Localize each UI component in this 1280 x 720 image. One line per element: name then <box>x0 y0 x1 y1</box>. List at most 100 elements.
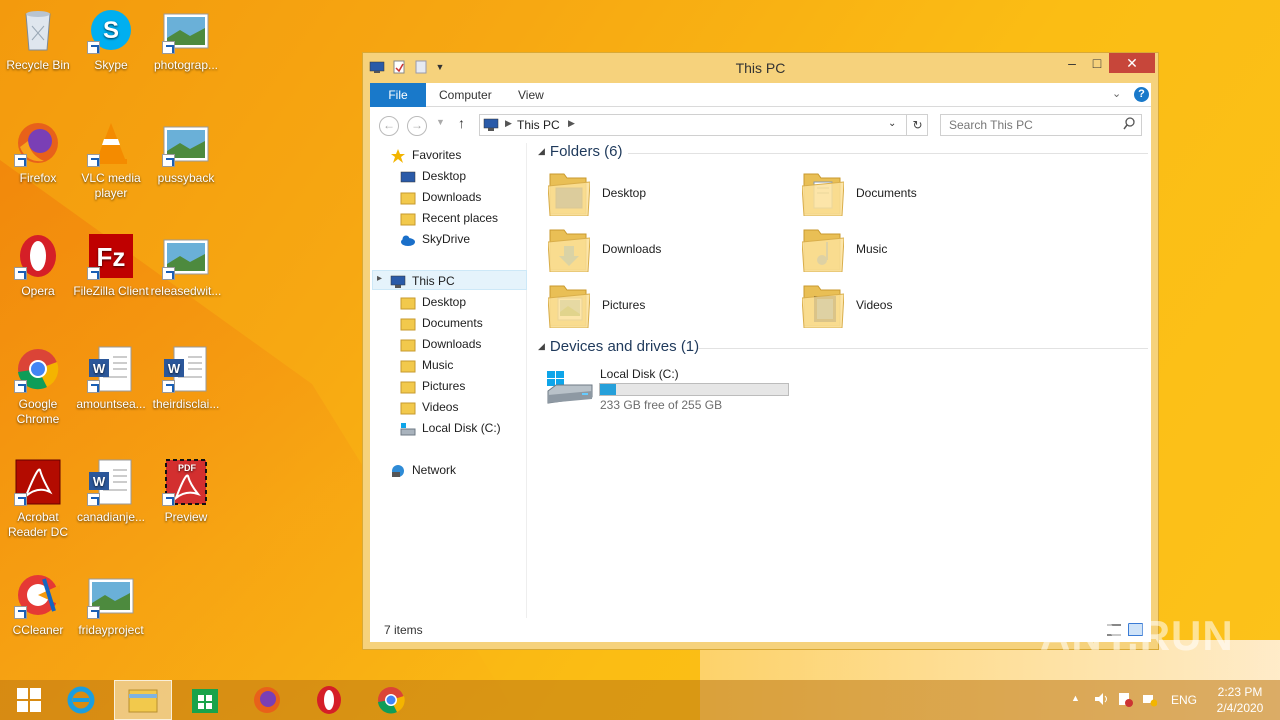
start-button[interactable] <box>0 680 58 720</box>
desktop-icon[interactable]: Wamountsea... <box>73 345 149 412</box>
folder-item[interactable]: Desktop <box>547 170 646 217</box>
recent-locations-icon[interactable]: ▼ <box>436 117 445 127</box>
desktop-icon-label: amountsea... <box>76 397 146 411</box>
folder-item[interactable]: Videos <box>801 282 893 329</box>
acrobat-icon <box>14 458 62 506</box>
expand-ribbon-icon[interactable]: ⌄ <box>1112 87 1121 100</box>
taskbar-store[interactable] <box>176 680 234 720</box>
nav-pc-item[interactable]: Music <box>400 355 453 376</box>
nav-pc-item[interactable]: Pictures <box>400 376 465 397</box>
desktop-icon[interactable]: Fz FileZilla Client <box>73 232 149 299</box>
tab-computer[interactable]: Computer <box>426 83 505 107</box>
tab-file[interactable]: File <box>370 83 426 107</box>
nav-fav-item[interactable]: Recent places <box>400 208 498 229</box>
word-doc-icon: W <box>87 458 135 506</box>
taskbar-firefox[interactable] <box>238 680 296 720</box>
nav-pc-item[interactable]: Videos <box>400 397 458 418</box>
filezilla-icon: Fz <box>87 232 135 280</box>
taskbar-file-explorer[interactable] <box>114 680 172 720</box>
nav-item-label: This PC <box>412 274 455 288</box>
show-hidden-icons[interactable]: ▲ <box>1071 693 1080 720</box>
refresh-icon[interactable]: ↻ <box>906 115 928 135</box>
desktop-icon[interactable]: Recycle Bin <box>0 6 76 73</box>
folders-header-label: Folders (6) <box>549 143 623 160</box>
nav-fav-item[interactable]: SkyDrive <box>400 229 470 250</box>
up-button[interactable]: ↑ <box>458 115 465 131</box>
nav-pc-item[interactable]: Desktop <box>400 292 466 313</box>
nav-item-label: Pictures <box>422 379 466 393</box>
taskbar-opera[interactable] <box>300 680 358 720</box>
desktop-icon[interactable]: Google Chrome <box>0 345 76 427</box>
drive-item[interactable]: Local Disk (C:) 233 GB free of 255 GB <box>546 365 796 412</box>
nav-favorites[interactable]: Favorites <box>390 145 461 166</box>
desktop-icon[interactable]: pussyback <box>148 119 224 186</box>
clock[interactable]: 2:23 PM 2/4/2020 <box>1210 684 1270 720</box>
desktop-icon-label: FileZilla Client <box>73 284 149 298</box>
devices-group-header[interactable]: ◢ Devices and drives (1) <box>538 338 699 355</box>
forward-button[interactable]: → <box>407 116 427 136</box>
title-bar[interactable]: ▼ This PC – □ ✕ <box>363 53 1158 83</box>
nav-fav-item[interactable]: Desktop <box>400 166 466 187</box>
language-indicator[interactable]: ENG <box>1171 693 1197 720</box>
folder-item[interactable]: Downloads <box>547 226 661 273</box>
desktop-icon[interactable]: photograp... <box>148 6 224 73</box>
action-center-icon[interactable] <box>1117 691 1133 720</box>
chrome-icon <box>14 345 62 393</box>
documents-folder-icon <box>400 317 416 331</box>
help-icon[interactable]: ? <box>1134 87 1149 102</box>
desktop-icon-label: canadianje... <box>76 510 146 524</box>
tab-view[interactable]: View <box>505 83 557 107</box>
desktop-icon[interactable]: VLC media player <box>73 119 149 201</box>
folders-group-header[interactable]: ◢ Folders (6) <box>538 143 622 160</box>
maximize-button[interactable]: □ <box>1083 53 1111 73</box>
desktop-icon[interactable]: Wtheirdisclai... <box>148 345 224 412</box>
search-icon[interactable] <box>1123 117 1135 134</box>
nav-pc-item[interactable]: Local Disk (C:) <box>400 418 501 439</box>
shortcut-arrow-icon <box>87 493 100 506</box>
desktop-icon[interactable]: PDF Preview <box>148 458 224 525</box>
desktop-folder-icon <box>400 296 416 310</box>
music-folder-icon <box>801 226 845 273</box>
nav-pc-item[interactable]: Documents <box>400 313 483 334</box>
desktop-icon-label: pussyback <box>157 171 215 185</box>
vlc-icon <box>87 119 135 167</box>
nav-item-label: Desktop <box>422 169 467 183</box>
expand-arrow-icon[interactable]: ▸ <box>377 273 382 284</box>
desktop-icon[interactable]: Firefox <box>0 119 76 186</box>
nav-pc-item[interactable]: Downloads <box>400 334 481 355</box>
close-button[interactable]: ✕ <box>1109 53 1155 73</box>
desktop-icon[interactable]: S Skype <box>73 6 149 73</box>
folder-item[interactable]: Pictures <box>547 282 645 329</box>
desktop-icon[interactable]: CCleaner <box>0 571 76 638</box>
collapse-icon[interactable]: ◢ <box>538 146 545 157</box>
minimize-button[interactable]: – <box>1058 53 1086 73</box>
desktop-icon[interactable]: releasedwit... <box>148 232 224 299</box>
desktop-icon[interactable]: Wcanadianje... <box>73 458 149 525</box>
content-pane: ◢ Folders (6) Desktop Documents Downloads M… <box>528 143 1151 618</box>
search-input[interactable]: Search This PC <box>940 114 1142 136</box>
desktop-icon[interactable]: fridayproject <box>73 571 149 638</box>
nav-item-label: Desktop <box>422 295 467 309</box>
explorer-window: ▼ This PC – □ ✕ File Computer View ⌄ ? ←… <box>362 52 1159 650</box>
nav-this-pc[interactable]: This PC <box>390 271 455 292</box>
folder-item[interactable]: Music <box>801 226 887 273</box>
nav-fav-item[interactable]: Downloads <box>400 187 481 208</box>
address-bar[interactable]: ▶ This PC ▶ ⌄ ↻ <box>479 114 928 136</box>
taskbar-internet-explorer[interactable] <box>52 680 110 720</box>
desktop-icon[interactable]: Opera <box>0 232 76 299</box>
volume-icon[interactable] <box>1093 691 1109 720</box>
address-dropdown-icon[interactable]: ⌄ <box>888 118 896 129</box>
folder-item[interactable]: Documents <box>801 170 917 217</box>
desktop-icon[interactable]: Acrobat Reader DC <box>0 458 76 540</box>
nav-network[interactable]: Network <box>390 460 456 481</box>
collapse-icon[interactable]: ◢ <box>538 341 545 352</box>
taskbar-chrome[interactable] <box>362 680 420 720</box>
opera-icon <box>317 686 341 714</box>
word-doc-icon: W <box>87 345 135 393</box>
network-status-icon[interactable] <box>1141 691 1158 720</box>
shortcut-arrow-icon <box>87 41 100 54</box>
back-button[interactable]: ← <box>379 116 399 136</box>
address-text[interactable]: This PC <box>517 118 560 132</box>
music-folder-icon <box>400 359 416 373</box>
folder-label: Videos <box>856 298 893 312</box>
